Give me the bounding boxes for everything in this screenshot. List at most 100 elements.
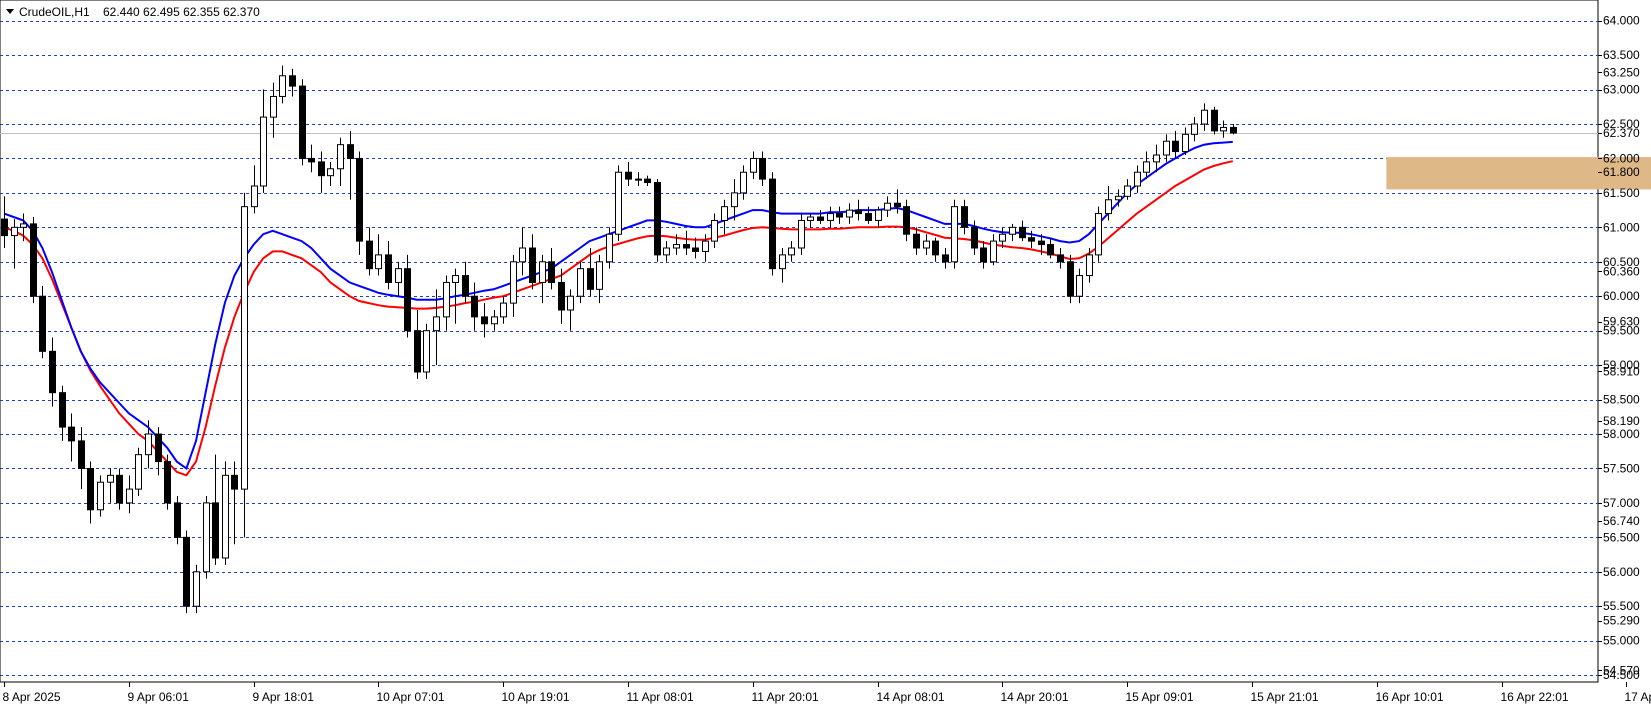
candle-body-up: [1077, 276, 1083, 297]
candle: [914, 227, 920, 255]
candle-body-down: [684, 245, 690, 248]
candle: [501, 296, 507, 324]
chart-area[interactable]: 64.00063.50063.25063.00062.50062.37062.0…: [0, 0, 1651, 707]
candle: [847, 203, 853, 224]
candle-body-down: [1020, 227, 1026, 237]
price-label: 62.370: [1603, 126, 1640, 140]
candle: [616, 165, 622, 241]
time-label: 16 Apr 10:01: [1376, 690, 1444, 704]
candle: [626, 162, 632, 186]
candle-body-up: [12, 227, 18, 235]
candle-body-up: [607, 234, 613, 262]
time-label: 15 Apr 09:01: [1126, 690, 1194, 704]
candle-body-up: [453, 276, 459, 283]
candle: [146, 420, 152, 468]
candle: [328, 162, 334, 186]
price-axis[interactable]: 64.00063.50063.25063.00062.50062.37062.0…: [1598, 14, 1640, 682]
candle: [242, 193, 248, 537]
candle: [568, 289, 574, 330]
candle-body-up: [501, 303, 507, 317]
candle: [684, 231, 690, 255]
candle: [396, 262, 402, 296]
candle-body-up: [424, 331, 430, 372]
candle-body-up: [261, 117, 267, 186]
candle: [98, 475, 104, 516]
candle: [223, 462, 229, 565]
time-label: 14 Apr 20:01: [1001, 690, 1069, 704]
candle: [1125, 179, 1131, 200]
candle: [818, 210, 824, 224]
candle-body-up: [924, 241, 930, 248]
price-label: 61.500: [1603, 186, 1640, 200]
price-label: 58.000: [1603, 427, 1640, 441]
candle-body-up: [98, 482, 104, 510]
candle-body-down: [2, 219, 8, 236]
candle-body-down: [213, 503, 219, 558]
price-label: 54.500: [1603, 668, 1640, 682]
candle: [1231, 124, 1237, 134]
price-chart[interactable]: 64.00063.50063.25063.00062.50062.37062.0…: [0, 0, 1651, 707]
candle: [1010, 224, 1016, 241]
candle: [405, 255, 411, 338]
candle-body-up: [376, 255, 382, 269]
candle-body-up: [1183, 134, 1189, 151]
candle-body-down: [300, 86, 306, 158]
price-label: 55.500: [1603, 599, 1640, 613]
candle-body-up: [789, 248, 795, 255]
candle: [175, 496, 181, 544]
price-label: 60.000: [1603, 289, 1640, 303]
candle-body-up: [1125, 186, 1131, 196]
time-label: 10 Apr 07:01: [377, 690, 445, 704]
candle-body-down: [626, 172, 632, 179]
candle-body-down: [472, 296, 478, 317]
candle: [69, 413, 75, 461]
candle-body-down: [559, 282, 565, 310]
ohlc-readout: 62.440 62.495 62.355 62.370: [103, 5, 260, 19]
candle: [338, 138, 344, 186]
candle: [933, 238, 939, 262]
candle: [472, 282, 478, 330]
time-label: 8 Apr 2025: [3, 690, 61, 704]
candle-body-up: [540, 262, 546, 283]
candle-body-down: [69, 427, 75, 441]
candle-body-down: [1173, 141, 1179, 151]
candle: [79, 427, 85, 489]
triangle-down-icon[interactable]: [6, 9, 14, 14]
time-label: 11 Apr 20:01: [752, 690, 819, 704]
candle: [50, 338, 56, 407]
candle: [376, 234, 382, 275]
candle: [415, 310, 421, 379]
candle: [789, 241, 795, 262]
price-label: 56.740: [1603, 514, 1640, 528]
candle: [108, 468, 114, 502]
candle: [88, 462, 94, 524]
candle: [290, 69, 296, 97]
price-label: 57.500: [1603, 461, 1640, 475]
candle-body-up: [703, 241, 709, 251]
candle: [1183, 127, 1189, 155]
candle-body-up: [271, 96, 277, 117]
candle-body-down: [367, 241, 373, 269]
candle-body-up: [204, 503, 210, 572]
candle-body-down: [837, 214, 843, 217]
candle-body-up: [780, 255, 786, 269]
candle: [856, 200, 862, 221]
candle: [981, 241, 987, 269]
price-label: 56.000: [1603, 565, 1640, 579]
candle-body-up: [396, 269, 402, 283]
candle: [760, 152, 766, 186]
candle-body-down: [866, 214, 872, 221]
time-label: 9 Apr 18:01: [253, 690, 315, 704]
price-label: 63.250: [1603, 65, 1640, 79]
candle-body-up: [636, 179, 642, 180]
candle: [952, 200, 958, 269]
price-label: 55.290: [1603, 614, 1640, 628]
candle-body-down: [60, 393, 66, 427]
candle-body-up: [1010, 227, 1016, 234]
candle-body-down: [655, 183, 661, 255]
candle-body-down: [232, 475, 238, 489]
candle-body-down: [88, 468, 94, 509]
candle: [1202, 103, 1208, 131]
time-axis[interactable]: 8 Apr 20259 Apr 06:019 Apr 18:0110 Apr 0…: [3, 682, 1651, 704]
candle-body-down: [386, 255, 392, 283]
